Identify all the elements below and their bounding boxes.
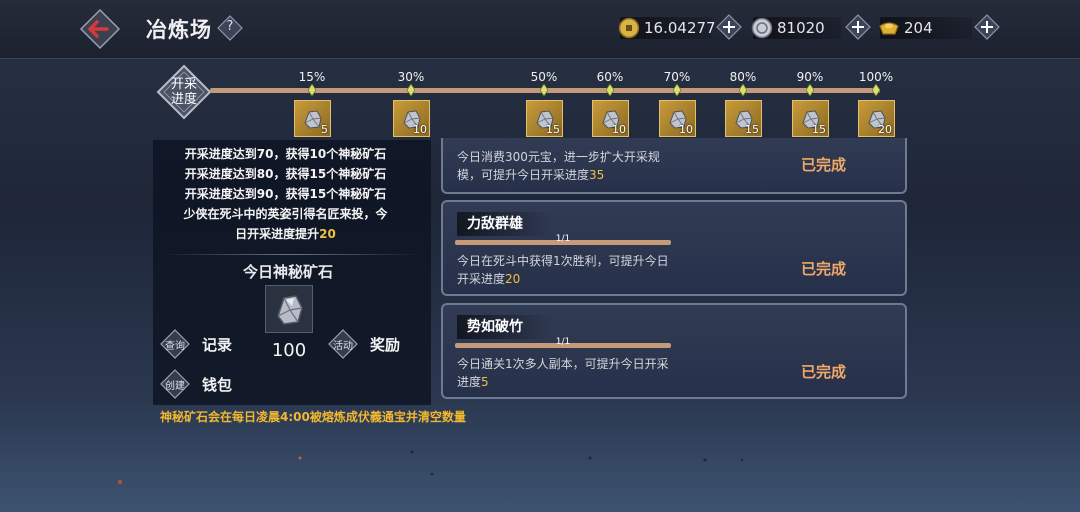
milestone-percent: 70% (663, 70, 691, 84)
milestone-percent: 50% (530, 70, 558, 84)
ore-slot[interactable] (265, 285, 313, 333)
milestone-percent: 60% (596, 70, 624, 84)
top-bar: 冶炼场 ? 16.04277 81020 204 (0, 0, 1080, 59)
milestone-marker-icon (308, 84, 316, 96)
task-name: 势如破竹 (457, 315, 553, 339)
milestone-reward[interactable]: 20 (858, 100, 895, 137)
task-name: 力敌群雄 (457, 212, 553, 236)
task-status: 已完成 (801, 260, 847, 278)
desc-line: 开采进度达到80，获得15个神秘矿石 (184, 167, 387, 181)
milestone-count: 10 (612, 123, 626, 136)
task-status: 已完成 (801, 156, 847, 174)
silver-value: 81020 (777, 19, 825, 37)
gold-coin-icon (618, 17, 640, 39)
ore-count: 100 (271, 340, 307, 361)
help-label: ? (226, 19, 234, 34)
task-progress-text: 1/1 (555, 234, 571, 244)
task-desc: 今日消费300元宝，进一步扩大开采规模，可提升今日开采进度35 (457, 148, 677, 184)
progress-emblem: 开采 进度 (156, 64, 212, 120)
back-button[interactable] (79, 8, 121, 50)
add-ingot-button[interactable] (974, 14, 1000, 40)
task-desc-text: 今日消费300元宝，进一步扩大开采规模，可提升今日开采进度 (457, 150, 660, 182)
task-desc-value: 20 (505, 272, 521, 286)
ingot-resource: 204 (879, 17, 972, 39)
coin-resource: 16.04277 (618, 17, 716, 39)
task-desc-text: 今日在死斗中获得1次胜利，可提升今日开采进度 (457, 254, 669, 286)
milestone-reward[interactable]: 15 (792, 100, 829, 137)
record-badge: 查询 (160, 329, 190, 359)
milestone-marker-icon (872, 84, 880, 96)
add-coin-button[interactable] (716, 14, 742, 40)
milestone-reward[interactable]: 10 (393, 100, 430, 137)
reward-badge-text: 活动 (333, 341, 353, 352)
milestone-marker-icon (739, 84, 747, 96)
task-card[interactable]: 今日消费300元宝，进一步扩大开采规模，可提升今日开采进度35 已完成 (441, 138, 907, 194)
milestone-reward[interactable]: 15 (526, 100, 563, 137)
milestone-marker-icon (606, 84, 614, 96)
milestone-count: 15 (812, 123, 826, 136)
today-ore-title: 今日神秘矿石 (242, 263, 333, 281)
milestone-count: 15 (546, 123, 560, 136)
smelt-notice: 神秘矿石会在每日凌晨4:00被熔炼成伏義通宝并清空数量 (160, 410, 466, 424)
reward-description[interactable]: 开采进度达到70，获得10个神秘矿石 开采进度达到80，获得15个神秘矿石 开采… (153, 144, 418, 248)
milestone-marker-icon (407, 84, 415, 96)
desc-line: 开采进度达到90，获得15个神秘矿石 (184, 187, 387, 201)
desc-line: 开采进度达到70，获得10个神秘矿石 (184, 147, 387, 161)
milestone-percent: 80% (729, 70, 757, 84)
plus-icon (716, 14, 742, 40)
background-scenery (118, 450, 744, 484)
milestone-reward[interactable]: 15 (725, 100, 762, 137)
task-desc: 今日通关1次多人副本，可提升今日开采进度5 (457, 355, 677, 391)
silver-resource: 81020 (751, 17, 841, 39)
milestone-percent: 90% (796, 70, 824, 84)
reward-label: 奖励 (370, 336, 401, 354)
desc-line: 日开采进度提升20 (153, 224, 418, 244)
reward-badge: 活动 (328, 329, 358, 359)
milestone-marker-icon (806, 84, 814, 96)
record-badge-text: 查询 (165, 341, 185, 352)
help-button[interactable]: ? (217, 15, 243, 41)
task-desc-text: 今日通关1次多人副本，可提升今日开采进度 (457, 357, 669, 389)
mystic-ore-icon (277, 295, 303, 325)
milestone-percent: 15% (298, 70, 326, 84)
gold-ingot-icon (879, 22, 899, 35)
record-label: 记录 (202, 336, 233, 354)
task-desc-value: 5 (481, 375, 489, 389)
milestone-reward[interactable]: 5 (294, 100, 331, 137)
milestone-count: 20 (878, 123, 892, 136)
desc-last-value: 20 (319, 227, 336, 241)
ingot-value: 204 (904, 19, 933, 37)
desc-line: 少侠在死斗中的英姿引得名匠来投，今 (183, 207, 388, 221)
plus-icon (974, 14, 1000, 40)
milestone-count: 15 (745, 123, 759, 136)
wallet-badge: 创建 (160, 369, 190, 399)
divider (160, 254, 422, 255)
milestone-marker-icon (540, 84, 548, 96)
wallet-badge-text: 创建 (165, 381, 185, 392)
task-desc-value: 35 (589, 168, 605, 182)
progress-label-line1: 开采 (170, 77, 197, 92)
wallet-label: 钱包 (202, 376, 233, 394)
milestone-percent: 100% (858, 70, 894, 84)
desc-last-prefix: 日开采进度提升 (235, 227, 320, 241)
page-title: 冶炼场 (146, 18, 212, 42)
milestone-reward[interactable]: 10 (659, 100, 696, 137)
task-desc: 今日在死斗中获得1次胜利，可提升今日开采进度20 (457, 252, 677, 288)
task-card[interactable]: 力敌群雄 1/1 今日在死斗中获得1次胜利，可提升今日开采进度20 已完成 (441, 200, 907, 296)
back-arrow-icon (79, 8, 121, 50)
add-silver-button[interactable] (845, 14, 871, 40)
milestone-reward[interactable]: 10 (592, 100, 629, 137)
task-card[interactable]: 势如破竹 1/1 今日通关1次多人副本，可提升今日开采进度5 已完成 (441, 303, 907, 399)
milestone-marker-icon (673, 84, 681, 96)
milestone-count: 10 (413, 123, 427, 136)
milestone-count: 10 (679, 123, 693, 136)
milestone-percent: 30% (397, 70, 425, 84)
milestone-count: 5 (321, 123, 328, 136)
task-status: 已完成 (801, 363, 847, 381)
silver-coin-icon (751, 17, 773, 39)
plus-icon (845, 14, 871, 40)
task-progress-text: 1/1 (555, 337, 571, 347)
progress-label-line2: 进度 (170, 92, 197, 107)
coin-value: 16.04277 (644, 19, 716, 37)
